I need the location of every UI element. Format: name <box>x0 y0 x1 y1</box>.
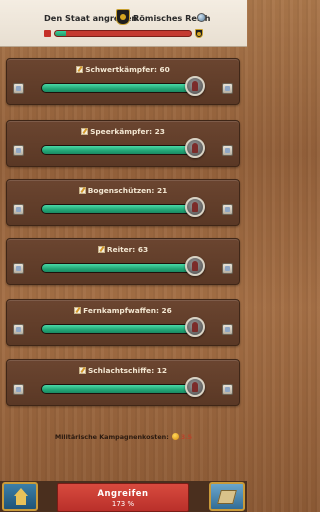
unit-panel-swordsmen: Schwertkämpfer: 60 <box>6 58 240 105</box>
campaign-cost: Militärische Kampagnenkosten: 3.5 <box>0 433 247 441</box>
min-button[interactable] <box>13 324 24 335</box>
unit-slider-fill <box>42 325 195 333</box>
cavalry-knob-icon[interactable] <box>185 256 206 276</box>
unit-title: Bogenschützen: 21 <box>87 186 168 195</box>
min-button[interactable] <box>13 145 24 156</box>
unit-slider-fill <box>42 264 195 272</box>
unit-slider-fill <box>42 84 195 92</box>
unit-slider-fill <box>42 385 195 393</box>
max-button[interactable] <box>222 145 233 156</box>
unit-slider-track[interactable] <box>41 324 205 334</box>
attack-value: 173 % <box>111 500 135 508</box>
red-flag-icon <box>44 30 51 37</box>
edit-icon[interactable] <box>78 187 86 194</box>
archer-knob-icon[interactable] <box>185 197 206 217</box>
max-button[interactable] <box>222 83 233 94</box>
unit-slider-track[interactable] <box>41 145 205 155</box>
header-title-row: Den Staat angreifen Römisches Reich <box>0 9 247 25</box>
cost-label: Militärische Kampagnenkosten: <box>54 433 169 441</box>
ship-knob-icon[interactable] <box>185 377 206 397</box>
edit-icon[interactable] <box>74 307 82 314</box>
unit-panel-ranged-weapons: Fernkampfwaffen: 26 <box>6 299 240 346</box>
edit-icon[interactable] <box>76 66 84 73</box>
max-button[interactable] <box>222 263 233 274</box>
cost-value: 3.5 <box>180 433 193 441</box>
coin-icon <box>171 433 179 440</box>
home-button[interactable] <box>2 482 38 511</box>
unit-title: Speerkämpfer: 23 <box>90 127 165 136</box>
map-button[interactable] <box>209 482 245 511</box>
unit-panel-battleships: Schlachtschiffe: 12 <box>6 359 240 406</box>
unit-title: Reiter: 63 <box>106 245 149 254</box>
max-button[interactable] <box>222 324 233 335</box>
max-button[interactable] <box>222 384 233 395</box>
unit-slider-fill <box>42 146 195 154</box>
globe-icon[interactable] <box>197 13 206 22</box>
spearman-knob-icon[interactable] <box>185 138 206 158</box>
unit-panel-archers: Bogenschützen: 21 <box>6 179 240 226</box>
unit-slider-track[interactable] <box>41 83 205 93</box>
edit-icon[interactable] <box>81 128 89 135</box>
unit-title: Fernkampfwaffen: 26 <box>83 306 172 315</box>
edit-icon[interactable] <box>78 367 86 374</box>
strength-progress-bar <box>54 30 192 37</box>
enemy-crest-icon <box>195 29 203 38</box>
unit-slider-track[interactable] <box>41 384 205 394</box>
unit-slider-fill <box>42 205 195 213</box>
min-button[interactable] <box>13 83 24 94</box>
attack-label: Angreifen <box>97 488 149 498</box>
unit-title: Schwertkämpfer: 60 <box>85 65 170 74</box>
eagle-crest-icon <box>116 9 130 25</box>
attack-button[interactable]: Angreifen 173 % <box>57 483 189 512</box>
unit-panel-cavalry: Reiter: 63 <box>6 238 240 285</box>
min-button[interactable] <box>13 204 24 215</box>
swordsman-knob-icon[interactable] <box>185 76 206 96</box>
catapult-knob-icon[interactable] <box>185 317 206 337</box>
min-button[interactable] <box>13 263 24 274</box>
unit-slider-track[interactable] <box>41 263 205 273</box>
header: Den Staat angreifen Römisches Reich <box>0 0 247 47</box>
strength-progress-fill <box>55 31 66 36</box>
edit-icon[interactable] <box>97 246 105 253</box>
min-button[interactable] <box>13 384 24 395</box>
unit-title: Schlachtschiffe: 12 <box>87 366 168 375</box>
max-button[interactable] <box>222 204 233 215</box>
unit-slider-track[interactable] <box>41 204 205 214</box>
unit-panel-spearmen: Speerkämpfer: 23 <box>6 120 240 167</box>
